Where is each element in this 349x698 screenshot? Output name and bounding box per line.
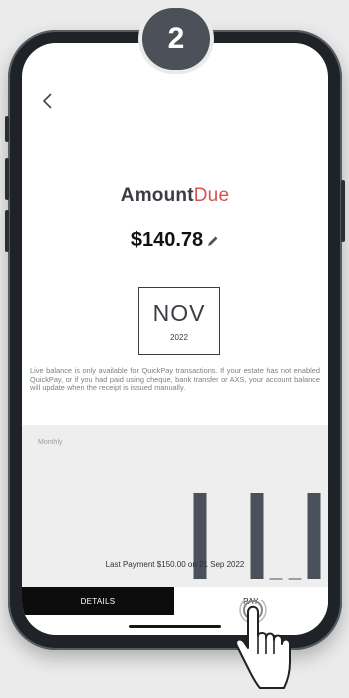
mute-switch: [5, 116, 9, 142]
monthly-chart: Monthly SepNovJanMarMayJulSepNov Last Pa…: [22, 425, 328, 587]
step-badge: 2: [142, 8, 210, 70]
back-arrow-icon[interactable]: [40, 91, 58, 111]
amount-row: $140.78: [22, 229, 328, 252]
period-box: NOV 2022: [138, 287, 220, 355]
balance-notice: Live balance is only available for Quick…: [30, 366, 320, 393]
app-screen: AmountDue $140.78 NOV 2022 Live balance …: [22, 43, 328, 635]
tap-hand-icon: [235, 600, 291, 689]
details-button[interactable]: DETAILS: [22, 587, 174, 615]
period-month: NOV: [152, 300, 206, 326]
title-amount: Amount: [120, 185, 194, 206]
volume-up-button: [5, 158, 9, 200]
home-indicator: [129, 625, 221, 628]
edit-pencil-icon[interactable]: [207, 235, 219, 247]
power-button: [341, 180, 345, 242]
period-year: 2022: [170, 333, 188, 342]
volume-down-button: [5, 210, 9, 252]
page-title: AmountDue: [22, 185, 328, 207]
title-due: Due: [193, 185, 230, 206]
last-payment-text: Last Payment $150.00 on 21 Sep 2022: [105, 560, 245, 569]
amount-due-value: $140.78: [130, 229, 204, 251]
